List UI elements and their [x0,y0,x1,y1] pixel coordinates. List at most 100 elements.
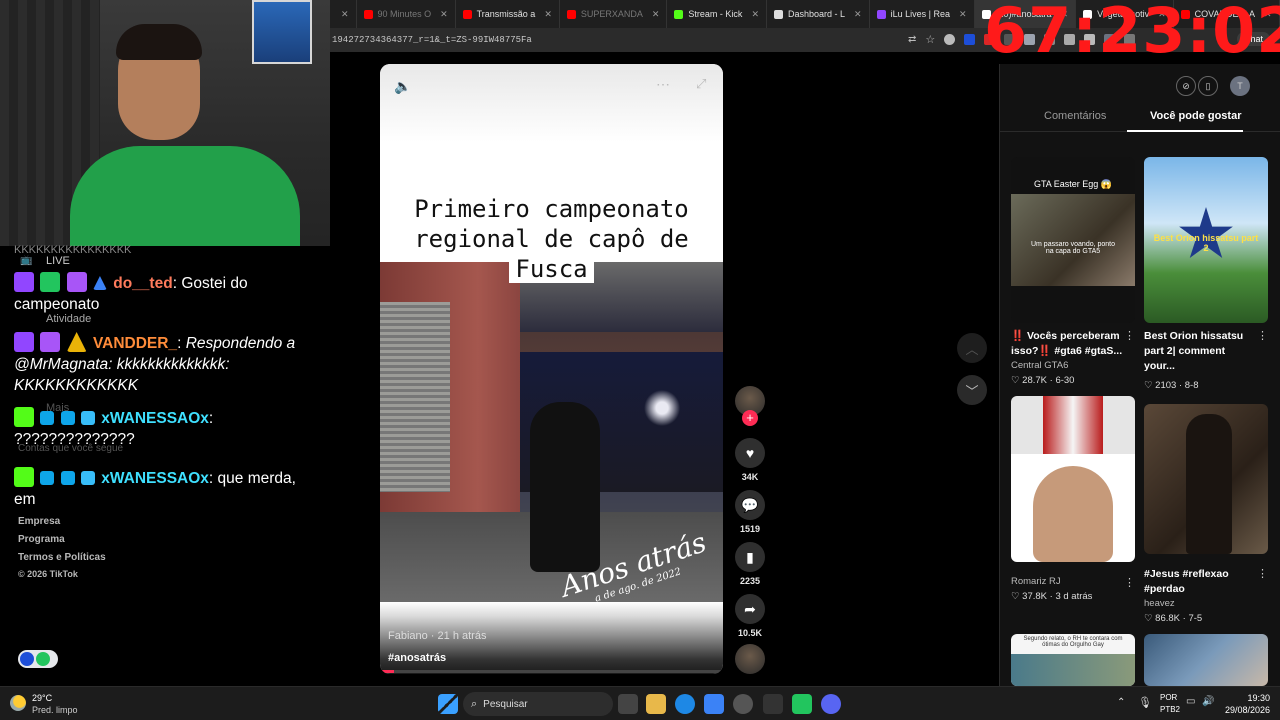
browser-tab[interactable]: Dashboard - L ✕ [767,0,870,28]
bookmark-star-icon[interactable]: ☆ [925,33,935,46]
keyboard-layout[interactable]: PTB2 [1160,705,1180,714]
phone-icon[interactable]: ▯ [1198,76,1218,96]
twitch-badge-icon [14,272,34,292]
save-button[interactable]: ▮ 2235 [734,542,766,586]
bookmark-icon[interactable]: ▮ [735,542,765,572]
url-text[interactable]: 194272734364377_r=1&_t=ZS-99IW48775Fa [330,35,532,45]
microphone-icon[interactable]: 🎙 [1138,696,1152,709]
extension-icon[interactable] [944,34,956,45]
caption-line: regional de capô de [408,225,695,253]
footer-link-program[interactable]: Programa [18,534,65,545]
tab-close-icon[interactable]: ✕ [751,9,759,20]
recommended-video-card[interactable]: #Jesus #reflexao #perdao ⋮ heavez ♡ 86.8… [1144,404,1268,624]
live-icon[interactable]: 📺 [20,255,32,266]
comment-button[interactable]: 💬 1519 [734,490,766,534]
video-thumbnail[interactable]: Segundo relato, o RH te contara com ótim… [1011,634,1135,686]
share-button[interactable]: ➦ 10.5K [734,594,766,638]
heart-icon[interactable]: ♥ [735,438,765,468]
profile-avatar[interactable]: T [1230,76,1250,96]
tab-label: SUPERXANDA [580,9,643,19]
video-thumbnail[interactable] [1144,404,1268,554]
more-options-icon[interactable]: ⋯ [656,76,670,93]
tab-label: iLu Lives | Rea [890,9,950,19]
translate-icon[interactable]: ⇄ [908,34,916,45]
app-icon[interactable] [792,694,812,714]
browser-tab[interactable]: Transmissão a ✕ [456,0,560,28]
next-video-button[interactable]: ﹀ [957,375,987,405]
app-icon[interactable] [763,694,783,714]
video-thumbnail[interactable] [1144,634,1268,686]
card-author[interactable]: Central GTA6 [1011,360,1135,371]
comment-icon[interactable]: 💬 [735,490,765,520]
twitch-badge-icon [14,332,34,352]
weather-icon[interactable] [10,695,26,711]
edge-browser-icon[interactable] [675,694,695,714]
previous-video-button[interactable]: ︿ [957,333,987,363]
kebab-menu-icon[interactable]: ⋮ [1124,329,1135,342]
video-thumbnail[interactable]: Best Orion hissatsu part 2 [1144,157,1268,323]
clock-time[interactable]: 19:30 [1228,693,1270,703]
browser-tab[interactable]: Stream - Kick ✕ [667,0,767,28]
footer-link-terms[interactable]: Termos e Políticas [18,552,106,563]
weather-desc[interactable]: Pred. limpo [32,705,78,715]
app-download-pill[interactable] [18,650,58,668]
clock-date[interactable]: 29/08/2026 [1218,705,1270,715]
taskbar-search[interactable]: ⌕ Pesquisar [463,692,613,716]
recommended-video-card[interactable]: GTA Easter Egg 😱 Um passaro voando, pont… [1011,157,1135,386]
creator-avatar[interactable]: + [734,386,766,426]
card-title[interactable]: #Jesus #reflexao #perdao [1144,567,1256,597]
card-stats: ♡ 28.7K · 6-30 [1011,375,1075,386]
music-disc[interactable] [734,644,766,674]
card-title[interactable]: ‼️ Vocês perceberam isso?‼️ #gta6 #gtaS.… [1011,329,1123,359]
discord-icon[interactable] [821,694,841,714]
card-author[interactable]: Romariz RJ [1011,576,1135,587]
compass-icon[interactable]: ⊘ [1176,76,1196,96]
music-disc-icon[interactable] [735,644,765,674]
tab-close-icon[interactable]: ✕ [544,9,552,20]
obs-icon[interactable] [733,694,753,714]
footer-link-business[interactable]: Empresa [18,516,60,527]
browser-tab[interactable]: iLu Lives | Rea ✕ [870,0,975,28]
photos-icon[interactable] [704,694,724,714]
recommended-video-card[interactable]: Best Orion hissatsu part 2 Best Orion hi… [1144,157,1268,391]
volume-icon[interactable]: 🔈 [394,78,411,95]
video-progress-bar[interactable] [380,670,723,673]
extension-icon[interactable] [964,34,976,45]
video-player[interactable]: 🔈 ⋯ ⤢ Primeiro campeonato regional de ca… [380,64,723,674]
like-button[interactable]: ♥ 34K [734,438,766,482]
kebab-menu-icon[interactable]: ⋮ [1257,567,1268,580]
kebab-menu-icon[interactable]: ⋮ [1257,329,1268,342]
video-thumbnail[interactable]: GTA Easter Egg 😱 Um passaro voando, pont… [1011,157,1135,323]
card-author[interactable]: heavez [1144,598,1268,609]
tab-close-icon[interactable]: ✕ [959,9,967,20]
tab-close-icon[interactable]: ✕ [652,9,660,20]
browser-tab[interactable]: SUPERXANDA ✕ [560,0,668,28]
fullscreen-icon[interactable]: ⤢ [696,76,706,92]
video-author[interactable]: Fabiano · 21 h atrás [388,630,486,642]
task-view-icon[interactable] [618,694,638,714]
network-icon[interactable]: ▭ [1186,696,1195,707]
browser-tab[interactable]: 90 Minutes O ✕ [357,0,456,28]
tab-close-icon[interactable]: ✕ [330,0,357,28]
sidebar-item-live[interactable]: LIVE [46,255,70,267]
video-hashtag[interactable]: #anosatrás [388,652,446,664]
recommended-video-card[interactable]: ⋮ Romariz RJ ♡ 37.8K · 3 d atrás [1011,396,1135,602]
windows-start-icon[interactable] [438,694,458,714]
share-icon[interactable]: ➦ [735,594,765,624]
card-title[interactable]: Best Orion hissatsu part 2| comment your… [1144,329,1256,374]
file-explorer-icon[interactable] [646,694,666,714]
follow-plus-icon[interactable]: + [742,410,758,426]
weather-temp[interactable]: 29°C [32,693,52,703]
recommended-video-card[interactable] [1144,634,1268,686]
tab-close-icon[interactable]: ✕ [854,9,862,20]
tab-you-may-like[interactable]: Você pode gostar [1150,110,1241,122]
tab-comments[interactable]: Comentários [1044,110,1106,122]
webcam-feed [0,0,330,246]
volume-tray-icon[interactable]: 🔊 [1202,696,1214,707]
recommended-video-card[interactable]: Segundo relato, o RH te contara com ótim… [1011,634,1135,686]
kebab-menu-icon[interactable]: ⋮ [1124,576,1135,589]
tray-chevron-icon[interactable]: ⌃ [1117,697,1125,708]
tab-close-icon[interactable]: ✕ [440,9,448,20]
keyboard-lang[interactable]: POR [1160,693,1177,702]
video-thumbnail[interactable] [1011,396,1135,562]
